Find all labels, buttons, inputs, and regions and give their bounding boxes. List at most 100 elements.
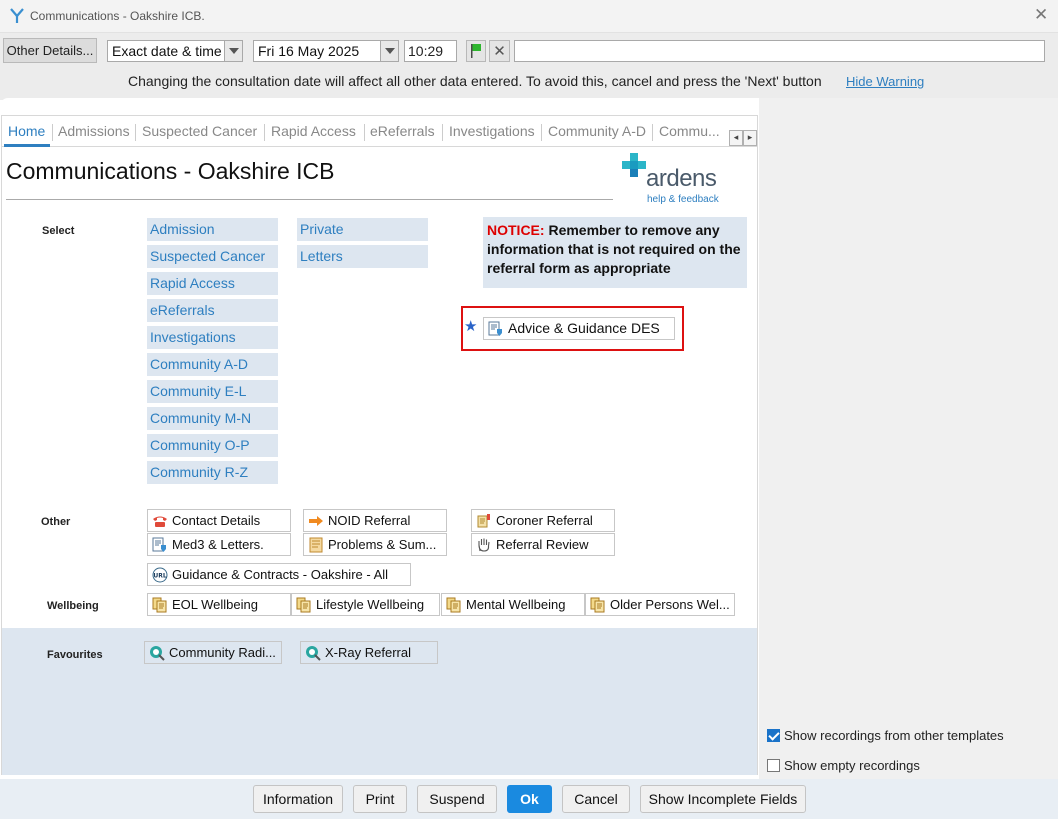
mental-wellbeing-button[interactable]: Mental Wellbeing	[441, 593, 585, 616]
x-ray-referral-button[interactable]: X-Ray Referral	[300, 641, 438, 664]
arrow-right-icon	[309, 516, 323, 526]
ardens-help-logo[interactable]: ardens help & feedback	[622, 153, 732, 207]
checkbox-checked-icon[interactable]	[767, 729, 780, 742]
ok-button[interactable]: Ok	[507, 785, 552, 813]
tab-investigations[interactable]: Investigations	[449, 123, 535, 139]
x-ray-referral-label: X-Ray Referral	[325, 645, 411, 660]
older-persons-wellbeing-button[interactable]: Older Persons Wel...	[585, 593, 735, 616]
tab-bar: Home Admissions Suspected Cancer Rapid A…	[2, 116, 757, 147]
link-suspected-cancer[interactable]: Suspected Cancer	[147, 245, 278, 268]
clear-button[interactable]: ✕	[489, 40, 510, 62]
link-community-e-l[interactable]: Community E-L	[147, 380, 278, 403]
lifestyle-wellbeing-label: Lifestyle Wellbeing	[316, 597, 425, 612]
consultation-toolbar: Other Details... Exact date & time Fri 1…	[0, 33, 1058, 100]
tab-scroll-right-icon[interactable]: ▸	[743, 130, 757, 146]
contact-details-label: Contact Details	[172, 513, 261, 528]
referral-review-button[interactable]: Referral Review	[471, 533, 615, 556]
close-icon: ✕	[493, 42, 506, 60]
noid-referral-button[interactable]: NOID Referral	[303, 509, 447, 532]
time-input[interactable]: 10:29	[404, 40, 457, 62]
content-area: Home Admissions Suspected Cancer Rapid A…	[0, 98, 1058, 779]
favourite-star-icon[interactable]: ★	[464, 317, 477, 335]
guidance-contracts-button[interactable]: URL Guidance & Contracts - Oakshire - Al…	[147, 563, 411, 586]
eol-wellbeing-button[interactable]: EOL Wellbeing	[147, 593, 291, 616]
med3-letters-button[interactable]: Med3 & Letters.	[147, 533, 291, 556]
tab-home[interactable]: Home	[8, 123, 45, 139]
radiology-scan-icon	[306, 646, 321, 661]
wellbeing-label: Wellbeing	[47, 600, 99, 612]
link-investigations[interactable]: Investigations	[147, 326, 278, 349]
link-letters[interactable]: Letters	[297, 245, 428, 268]
hide-warning-link[interactable]: Hide Warning	[846, 74, 924, 89]
link-community-m-n[interactable]: Community M-N	[147, 407, 278, 430]
notice-panel: NOTICE: Remember to remove any informati…	[483, 217, 747, 288]
link-admission[interactable]: Admission	[147, 218, 278, 241]
scroll-document-icon	[309, 537, 323, 553]
link-community-r-z[interactable]: Community R-Z	[147, 461, 278, 484]
advice-guidance-des-button[interactable]: Advice & Guidance DES	[483, 317, 675, 340]
tab-ereferrals[interactable]: eReferrals	[370, 123, 435, 139]
telephone-icon	[153, 516, 167, 527]
print-button[interactable]: Print	[353, 785, 407, 813]
referral-review-label: Referral Review	[496, 537, 589, 552]
show-incomplete-fields-button[interactable]: Show Incomplete Fields	[640, 785, 806, 813]
documents-icon	[296, 597, 311, 613]
select-label: Select	[42, 225, 75, 237]
eol-wellbeing-label: EOL Wellbeing	[172, 597, 258, 612]
tab-community-more[interactable]: Commu...	[659, 123, 720, 139]
close-icon[interactable]: ✕	[1034, 5, 1048, 25]
title-divider	[6, 199, 613, 200]
ardens-logo-text: ardens	[646, 165, 717, 192]
lifestyle-wellbeing-button[interactable]: Lifestyle Wellbeing	[291, 593, 440, 616]
tab-rapid-access[interactable]: Rapid Access	[271, 123, 356, 139]
date-mode-select[interactable]: Exact date & time	[107, 40, 243, 62]
contact-details-button[interactable]: Contact Details	[147, 509, 291, 532]
suspend-button[interactable]: Suspend	[417, 785, 497, 813]
date-value: Fri 16 May 2025	[258, 43, 360, 59]
tab-community-a-d[interactable]: Community A-D	[548, 123, 646, 139]
tab-scroll-left-icon[interactable]: ◂	[729, 130, 743, 146]
favourites-label: Favourites	[47, 649, 103, 661]
community-radiology-label: Community Radi...	[169, 645, 276, 660]
document-shield-icon	[488, 321, 502, 336]
link-private[interactable]: Private	[297, 218, 428, 241]
active-tab-indicator	[4, 144, 50, 147]
flag-button[interactable]	[466, 40, 486, 62]
chevron-down-icon[interactable]	[380, 41, 398, 61]
mental-wellbeing-label: Mental Wellbeing	[466, 597, 566, 612]
notice-prefix: NOTICE:	[487, 222, 545, 238]
hand-icon	[478, 538, 490, 552]
radiology-scan-icon	[150, 646, 165, 661]
show-other-templates-label: Show recordings from other templates	[784, 728, 1004, 743]
link-community-a-d[interactable]: Community A-D	[147, 353, 278, 376]
problems-summary-button[interactable]: Problems & Sum...	[303, 533, 447, 556]
other-details-button[interactable]: Other Details...	[3, 38, 97, 63]
help-feedback-link[interactable]: help & feedback	[647, 194, 719, 205]
cancel-button[interactable]: Cancel	[562, 785, 630, 813]
link-community-o-p[interactable]: Community O-P	[147, 434, 278, 457]
consultation-text-input[interactable]	[514, 40, 1045, 62]
information-button[interactable]: Information	[253, 785, 343, 813]
link-rapid-access[interactable]: Rapid Access	[147, 272, 278, 295]
date-select[interactable]: Fri 16 May 2025	[253, 40, 399, 62]
tab-admissions[interactable]: Admissions	[58, 123, 130, 139]
flag-icon	[471, 44, 481, 58]
other-label: Other	[41, 516, 71, 528]
community-radiology-button[interactable]: Community Radi...	[144, 641, 282, 664]
chevron-down-icon[interactable]	[224, 41, 242, 61]
documents-icon	[590, 597, 605, 613]
coroner-referral-button[interactable]: Coroner Referral	[471, 509, 615, 532]
guidance-contracts-label: Guidance & Contracts - Oakshire - All	[172, 567, 389, 582]
document-icon	[477, 514, 490, 528]
link-ereferrals[interactable]: eReferrals	[147, 299, 278, 322]
document-shield-icon	[152, 537, 166, 552]
date-mode-value: Exact date & time	[112, 43, 222, 59]
older-persons-wellbeing-label: Older Persons Wel...	[610, 597, 730, 612]
coroner-referral-label: Coroner Referral	[496, 513, 593, 528]
template-pane: Home Admissions Suspected Cancer Rapid A…	[1, 115, 758, 775]
recordings-pane	[759, 98, 1058, 779]
med3-letters-label: Med3 & Letters.	[172, 537, 264, 552]
checkbox-unchecked-icon[interactable]	[767, 759, 780, 772]
noid-referral-label: NOID Referral	[328, 513, 411, 528]
tab-suspected-cancer[interactable]: Suspected Cancer	[142, 123, 257, 139]
